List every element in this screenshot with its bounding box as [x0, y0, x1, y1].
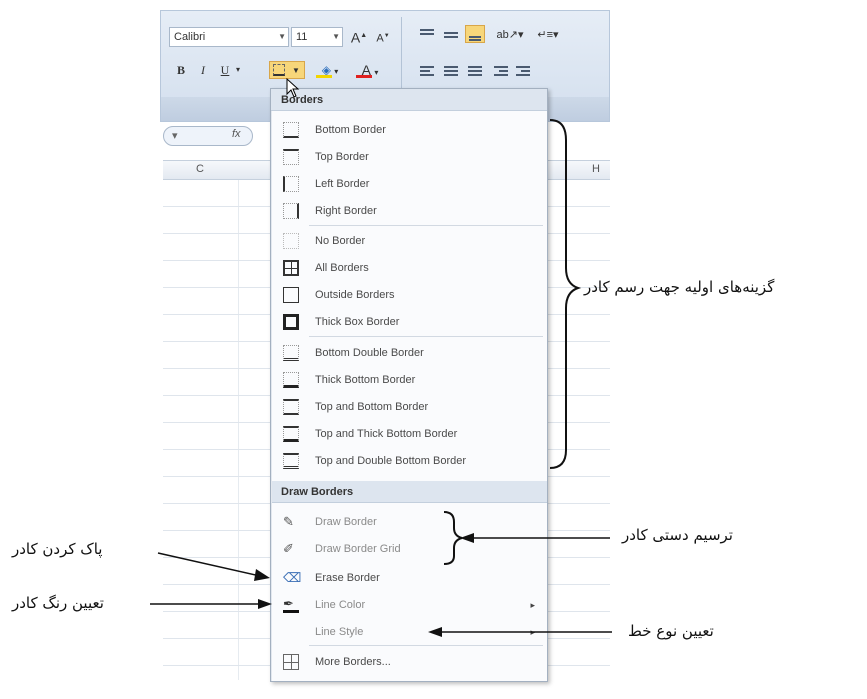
annotation-primary-options: گزینه‌های اولیه جهت رسم کادر	[584, 278, 775, 296]
annotation-line-color: تعیین رنگ کادر	[12, 594, 104, 612]
manual-draw-brace	[443, 511, 463, 565]
annotation-overlay	[150, 119, 612, 637]
annotation-erase: پاک کردن کادر	[12, 540, 103, 558]
annotation-manual-draw: ترسیم دستی کادر	[622, 526, 733, 544]
primary-options-brace	[549, 119, 582, 469]
erase-arrow	[157, 552, 261, 577]
annotation-line-style: تعیین نوع خط	[628, 622, 714, 640]
